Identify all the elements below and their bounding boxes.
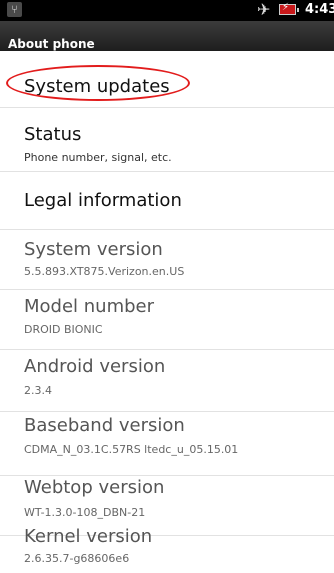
list-item-legal-information[interactable]: Legal information <box>0 172 334 230</box>
list-item-title: Model number <box>24 296 155 317</box>
list-item-title: Webtop version <box>24 477 165 498</box>
list-item-kernel-version: Kernel version 2.6.35.7-g68606e6 <box>0 520 334 573</box>
list-item-baseband-version: Baseband version CDMA_N_03.1C.57RS ltedc… <box>0 412 334 476</box>
list-item-system-updates[interactable]: System updates <box>0 51 334 108</box>
status-bar: ⑂ ✈ ⚡ 4:43 <box>0 0 334 21</box>
airplane-mode-icon: ✈ <box>257 0 271 19</box>
list-item-subtitle: WT-1.3.0-108_DBN-21 <box>24 506 146 519</box>
list-item-title: Baseband version <box>24 415 185 436</box>
battery-charging-icon: ⚡ <box>279 2 299 15</box>
list-item-subtitle: 5.5.893.XT875.Verizon.en.US <box>24 265 185 278</box>
list-item-title: Status <box>24 124 82 145</box>
list-item-system-version: System version 5.5.893.XT875.Verizon.en.… <box>0 230 334 290</box>
list-item-status[interactable]: Status Phone number, signal, etc. <box>0 108 334 172</box>
list-item-model-number: Model number DROID BIONIC <box>0 290 334 350</box>
list-item-android-version: Android version 2.3.4 <box>0 350 334 412</box>
list-item-subtitle: 2.3.4 <box>24 384 52 397</box>
list-item-title: System updates <box>24 76 170 97</box>
list-item-subtitle: DROID BIONIC <box>24 323 103 336</box>
list-item-title: Kernel version <box>24 526 153 547</box>
list-item-title: Android version <box>24 356 166 377</box>
list-item-subtitle: CDMA_N_03.1C.57RS ltedc_u_05.15.01 <box>24 443 239 456</box>
list-item-subtitle: Phone number, signal, etc. <box>24 151 172 164</box>
title-bar: About phone <box>0 21 334 51</box>
list-item-subtitle: 2.6.35.7-g68606e6 <box>24 552 130 565</box>
status-clock: 4:43 <box>305 2 334 17</box>
list-item-title: Legal information <box>24 190 182 211</box>
list-item-title: System version <box>24 239 163 260</box>
page-title: About phone <box>8 37 95 51</box>
usb-icon: ⑂ <box>7 2 22 17</box>
